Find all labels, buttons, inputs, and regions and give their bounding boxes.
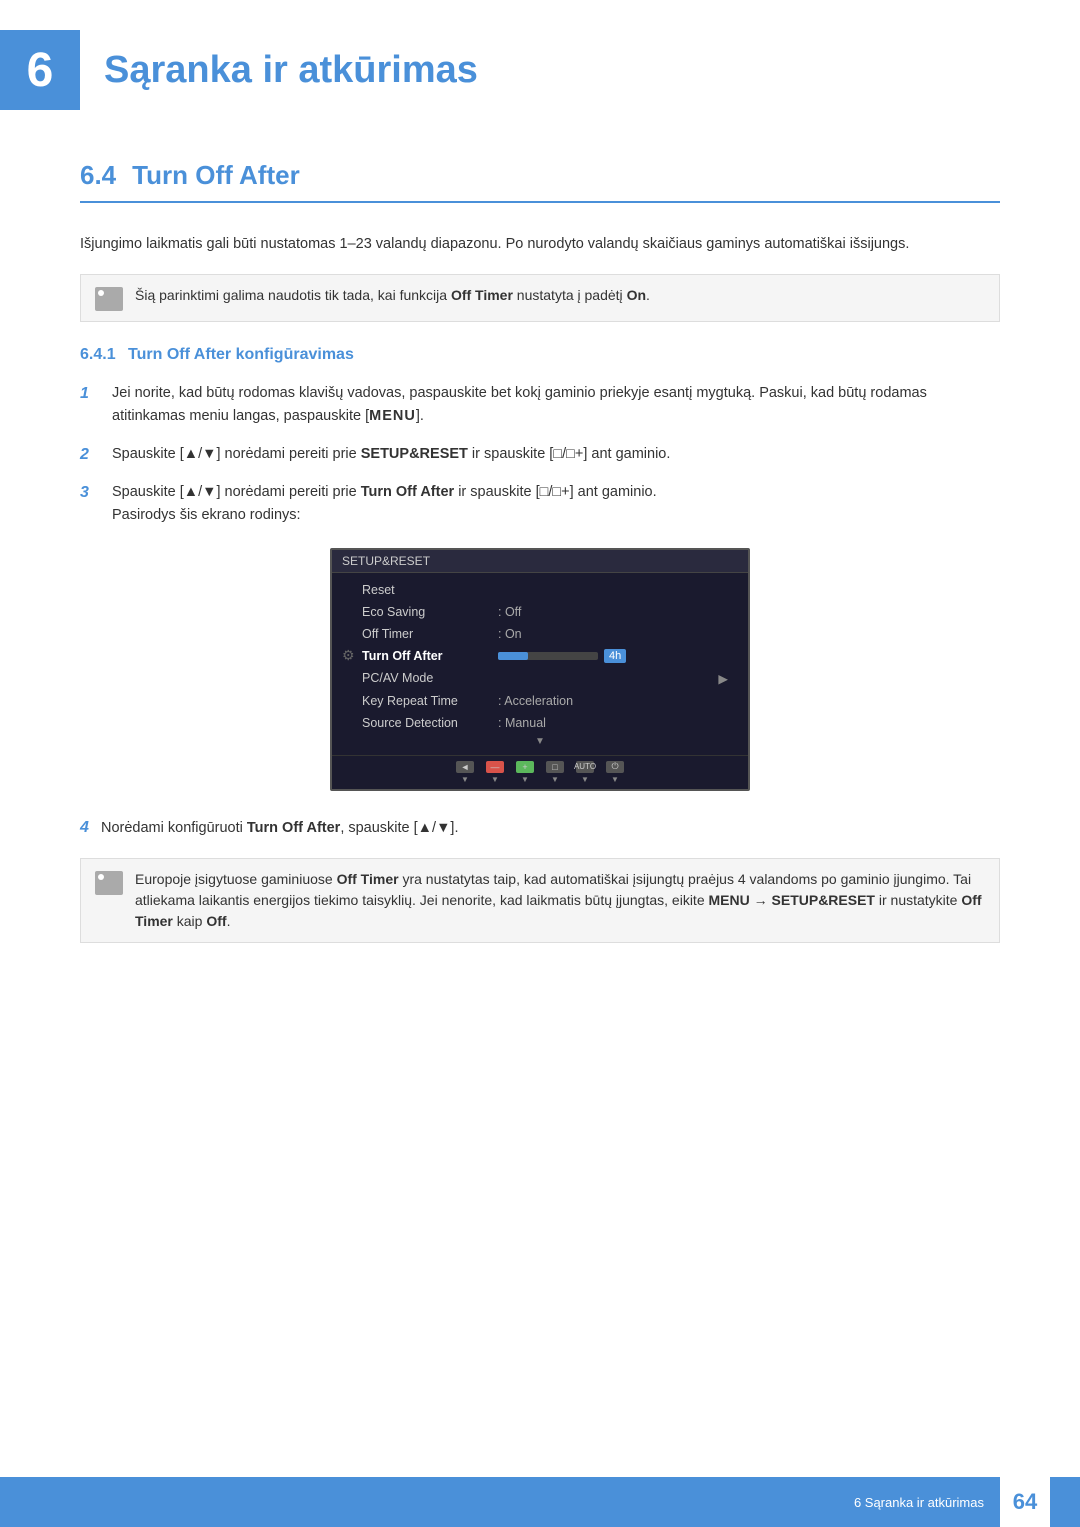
step-text: Jei norite, kad būtų rodomas klavišų vad…	[112, 382, 1000, 428]
screen-row-value: : Acceleration	[498, 694, 573, 708]
note-icon-1	[95, 287, 123, 311]
note-text-1: Šią parinktimi galima naudotis tik tada,…	[135, 285, 650, 306]
slider-fill	[498, 652, 528, 660]
subsection-num: 6.4.1	[80, 346, 116, 363]
screen-row-value: : Manual	[498, 716, 546, 730]
note-box-2: Europoje įsigytuose gaminiuose Off Timer…	[80, 858, 1000, 943]
btn-icon-back: ◄	[456, 761, 474, 773]
page-footer: 6 Sąranka ir atkūrimas 64	[0, 1477, 1080, 1527]
slider-value: 4h	[604, 649, 626, 663]
intro-text: Išjungimo laikmatis gali būti nustatomas…	[80, 233, 1000, 256]
bottom-btn-plus: + ▼	[516, 761, 534, 784]
btn-icon-minus: —	[486, 761, 504, 773]
btn-icon-power: ⏻	[606, 761, 624, 773]
slider-container: 4h	[498, 649, 626, 663]
main-content: 6.4 Turn Off After Išjungimo laikmatis g…	[0, 140, 1080, 1027]
step-text: Spauskite [▲/▼] norėdami pereiti prie Tu…	[112, 481, 1000, 527]
screen-header: SETUP&RESET	[332, 550, 748, 573]
screen-row-label: Eco Saving	[362, 605, 492, 619]
page-header: 6 Sąranka ir atkūrimas	[0, 0, 1080, 130]
screen-row-label: Source Detection	[362, 716, 492, 730]
scroll-indicator: ▼	[332, 734, 748, 749]
list-item: 1 Jei norite, kad būtų rodomas klavišų v…	[80, 382, 1000, 428]
steps-list: 1 Jei norite, kad būtų rodomas klavišų v…	[80, 382, 1000, 527]
btn-label: ▼	[521, 775, 529, 784]
section-title: Turn Off After	[132, 160, 300, 191]
screen-menu: Reset Eco Saving : Off Off Timer : On ⚙ …	[332, 573, 748, 755]
screen-row-value: ▶	[718, 671, 728, 686]
bottom-btn-auto: AUTO ▼	[576, 761, 594, 784]
section-number: 6.4	[80, 160, 116, 191]
bottom-btn-minus: — ▼	[486, 761, 504, 784]
subsection-title-text: Turn Off After konfigūravimas	[128, 346, 354, 363]
btn-label: ▼	[551, 775, 559, 784]
btn-icon-auto: AUTO	[576, 761, 594, 773]
section-header: 6.4 Turn Off After	[80, 160, 1000, 203]
screen-row-label: Reset	[362, 583, 492, 597]
chapter-number: 6	[27, 43, 54, 98]
screen-row-value: : Off	[498, 605, 521, 619]
screen-row-label: Turn Off After	[362, 649, 492, 663]
gear-icon: ⚙	[342, 647, 355, 664]
btn-label: ▼	[611, 775, 619, 784]
btn-label: ▼	[581, 775, 589, 784]
btn-icon-enter: □	[546, 761, 564, 773]
screen-row-sourcedetect: Source Detection : Manual	[332, 712, 748, 734]
screen-bottom-bar: ◄ ▼ — ▼ + ▼ □ ▼ AUTO ▼	[332, 755, 748, 789]
slider-track	[498, 652, 598, 660]
step-text: Spauskite [▲/▼] norėdami pereiti prie SE…	[112, 443, 1000, 466]
screen-row-label: Off Timer	[362, 627, 492, 641]
subsection-title: 6.4.1 Turn Off After konfigūravimas	[80, 346, 1000, 364]
list-item: 3 Spauskite [▲/▼] norėdami pereiti prie …	[80, 481, 1000, 527]
note-text-2: Europoje įsigytuose gaminiuose Off Timer…	[135, 869, 985, 932]
screen-row-pcav: PC/AV Mode ▶	[332, 667, 748, 690]
screen-row-turnoffafter: ⚙ Turn Off After 4h	[332, 645, 748, 667]
btn-label: ▼	[491, 775, 499, 784]
step-number: 2	[80, 442, 104, 468]
screen-row-offtimer: Off Timer : On	[332, 623, 748, 645]
step-number: 3	[80, 480, 104, 506]
bottom-btn-enter: □ ▼	[546, 761, 564, 784]
screen-row-eco: Eco Saving : Off	[332, 601, 748, 623]
screen-container: SETUP&RESET Reset Eco Saving : Off Off T…	[80, 548, 1000, 791]
step-number: 1	[80, 381, 104, 407]
btn-label: ▼	[461, 775, 469, 784]
chapter-title: Sąranka ir atkūrimas	[104, 49, 478, 92]
chapter-number-box: 6	[0, 30, 80, 110]
bottom-btn-back: ◄ ▼	[456, 761, 474, 784]
note-icon-2	[95, 871, 123, 895]
step4-text: 4 Norėdami konfigūruoti Turn Off After, …	[80, 815, 1000, 841]
bottom-btn-power: ⏻ ▼	[606, 761, 624, 784]
footer-page-number: 64	[1000, 1477, 1050, 1527]
list-item: 2 Spauskite [▲/▼] norėdami pereiti prie …	[80, 443, 1000, 468]
btn-icon-plus: +	[516, 761, 534, 773]
screen-row-reset: Reset	[332, 579, 748, 601]
screen-row-label: PC/AV Mode	[362, 671, 492, 685]
note-box-1: Šią parinktimi galima naudotis tik tada,…	[80, 274, 1000, 322]
screen-row-keyrepeat: Key Repeat Time : Acceleration	[332, 690, 748, 712]
screen-row-value: : On	[498, 627, 522, 641]
screen-mockup: SETUP&RESET Reset Eco Saving : Off Off T…	[330, 548, 750, 791]
footer-text: 6 Sąranka ir atkūrimas	[854, 1495, 984, 1510]
screen-row-label: Key Repeat Time	[362, 694, 492, 708]
